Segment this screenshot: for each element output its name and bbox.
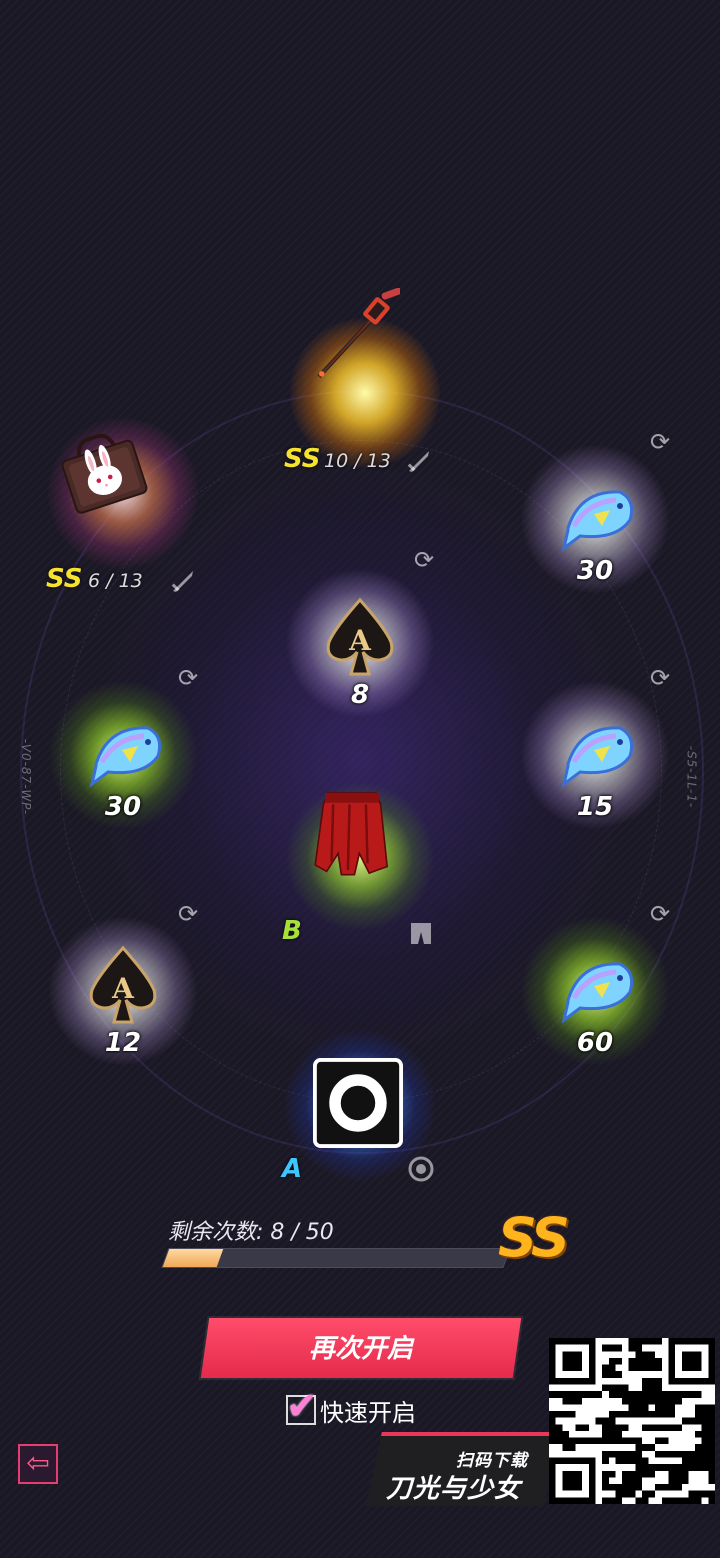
refresh-icon[interactable]: ⟳ xyxy=(410,546,438,574)
side-code-left: -V0-87-WP- xyxy=(19,738,34,816)
grade-badge: SS xyxy=(284,444,321,474)
slot-upper-right[interactable]: 30 xyxy=(520,444,670,594)
crystal-fish-icon xyxy=(550,706,640,796)
item-count: 30 xyxy=(576,556,614,586)
refresh-icon[interactable]: ⟳ xyxy=(174,900,202,928)
weapon-icon xyxy=(170,568,196,594)
slot-upper-left[interactable] xyxy=(48,418,198,568)
arrow-left-icon: ⇦ xyxy=(26,1446,50,1479)
refresh-icon[interactable]: ⟳ xyxy=(646,900,674,928)
crystal-fish-icon xyxy=(550,942,640,1032)
grade-badge: B xyxy=(282,916,302,946)
target-grade: SS xyxy=(498,1206,570,1269)
slot-mid-right[interactable]: 15 xyxy=(520,680,670,830)
item-progress: 10 / 13 xyxy=(324,450,391,472)
spiked-staff-icon xyxy=(310,288,430,418)
slot-center[interactable] xyxy=(285,782,435,932)
reopen-button-label: 再次开启 xyxy=(308,1333,413,1363)
spade-ace-icon: A xyxy=(78,942,168,1032)
slot-lower-left[interactable]: A 12 xyxy=(48,916,198,1066)
ring-token-icon xyxy=(313,1058,407,1152)
item-count: 60 xyxy=(576,1028,614,1058)
remaining-count-label: 剩余次数: 8 / 50 xyxy=(168,1220,334,1245)
item-count: 15 xyxy=(576,792,614,822)
slot-lower-right[interactable]: 60 xyxy=(520,916,670,1066)
crystal-fish-icon xyxy=(550,470,640,560)
svg-text:A: A xyxy=(348,624,372,657)
slot-center-top[interactable]: A 8 xyxy=(285,568,435,718)
qr-code[interactable] xyxy=(549,1338,715,1504)
item-count: 30 xyxy=(104,792,142,822)
reopen-button[interactable]: 再次开启 xyxy=(200,1318,522,1378)
remaining-progress-fill xyxy=(162,1249,224,1267)
grade-badge: A xyxy=(282,1154,303,1184)
slot-mid-left[interactable]: 30 xyxy=(48,680,198,830)
quick-open-toggle[interactable]: ✔ 快速开启 xyxy=(286,1387,416,1428)
side-code-right: -S5-1L-1- xyxy=(684,745,699,809)
item-count: 12 xyxy=(104,1028,142,1058)
target-icon xyxy=(408,1156,434,1182)
back-button[interactable]: ⇦ xyxy=(18,1444,58,1484)
refresh-icon[interactable]: ⟳ xyxy=(646,428,674,456)
quick-open-checkbox[interactable]: ✔ xyxy=(286,1387,318,1425)
refresh-icon[interactable]: ⟳ xyxy=(646,664,674,692)
item-count: 8 xyxy=(350,680,370,710)
quick-open-label: 快速开启 xyxy=(320,1398,416,1427)
weapon-icon xyxy=(406,448,432,474)
grade-badge: SS xyxy=(46,564,83,594)
game-title-text: 刀光与少女 xyxy=(386,1474,522,1504)
red-skirt-icon xyxy=(307,788,413,898)
remaining-progress-bar xyxy=(161,1248,511,1268)
crystal-fish-icon xyxy=(78,706,168,796)
bunny-bag-icon xyxy=(58,426,193,546)
spade-ace-icon: A xyxy=(315,594,405,684)
pants-icon xyxy=(408,920,434,946)
refresh-icon[interactable]: ⟳ xyxy=(174,664,202,692)
checkmark-icon: ✔ xyxy=(286,1384,318,1428)
item-progress: 6 / 13 xyxy=(88,570,143,592)
svg-text:A: A xyxy=(111,972,135,1005)
